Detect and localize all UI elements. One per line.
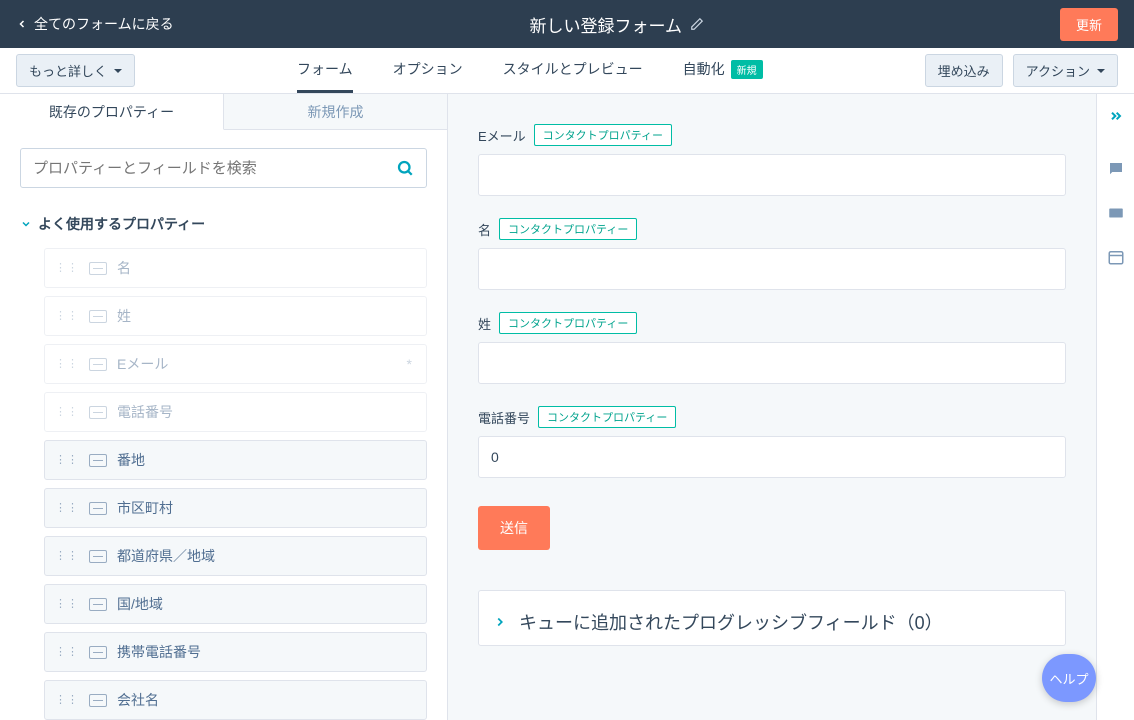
tab-automation[interactable]: 自動化 新規 xyxy=(683,48,763,93)
progressive-title: キューに追加されたプログレッシブフィールド（0） xyxy=(519,609,943,635)
property-tabs: 既存のプロパティー 新規作成 xyxy=(0,94,447,130)
field-label: 電話番号 xyxy=(478,408,530,427)
field-type-icon xyxy=(89,454,107,467)
property-type-chip: コンタクトプロパティー xyxy=(499,312,637,334)
property-item: ⋮⋮ Eメール * xyxy=(44,344,427,384)
update-button[interactable]: 更新 xyxy=(1060,8,1118,41)
grip-icon: ⋮⋮ xyxy=(55,698,79,703)
property-label: 姓 xyxy=(117,306,131,326)
grip-icon: ⋮⋮ xyxy=(55,362,79,367)
grip-icon: ⋮⋮ xyxy=(55,506,79,511)
field-type-icon xyxy=(89,358,107,371)
property-label: 市区町村 xyxy=(117,498,173,518)
field-input[interactable] xyxy=(478,436,1066,478)
form-title: 新しい登録フォーム xyxy=(530,12,683,37)
property-label: Eメール xyxy=(117,354,168,374)
help-button[interactable]: ヘルプ xyxy=(1042,654,1096,702)
body: 既存のプロパティー 新規作成 よく使用するプロパティー ⋮⋮ 名 ⋮⋮ 姓 ⋮⋮… xyxy=(0,94,1134,720)
property-item: ⋮⋮ 名 xyxy=(44,248,427,288)
property-type-chip: コンタクトプロパティー xyxy=(499,218,637,240)
property-item[interactable]: ⋮⋮ 番地 xyxy=(44,440,427,480)
form-title-wrap: 新しい登録フォーム xyxy=(174,12,1060,37)
mail-icon[interactable] xyxy=(1107,204,1125,222)
field-label: Eメール xyxy=(478,126,526,145)
progressive-fields-panel[interactable]: キューに追加されたプログレッシブフィールド（0） xyxy=(478,590,1066,646)
property-label: 名 xyxy=(117,258,131,278)
tab-create-new[interactable]: 新規作成 xyxy=(224,94,447,130)
more-details-button[interactable]: もっと詳しく xyxy=(16,54,135,87)
search-input[interactable] xyxy=(33,160,396,177)
field-type-icon xyxy=(89,406,107,419)
pencil-icon[interactable] xyxy=(690,17,704,31)
calendar-icon[interactable] xyxy=(1107,248,1125,266)
grip-icon: ⋮⋮ xyxy=(55,650,79,655)
grip-icon: ⋮⋮ xyxy=(55,458,79,463)
tab-form[interactable]: フォーム xyxy=(297,48,353,93)
property-item[interactable]: ⋮⋮ 都道府県／地域 xyxy=(44,536,427,576)
submit-button[interactable]: 送信 xyxy=(478,506,550,550)
property-item[interactable]: ⋮⋮ 会社名 xyxy=(44,680,427,720)
back-label: 全てのフォームに戻る xyxy=(34,14,174,34)
property-type-chip: コンタクトプロパティー xyxy=(538,406,676,428)
back-to-forms-link[interactable]: 全てのフォームに戻る xyxy=(16,14,174,34)
field-type-icon xyxy=(89,310,107,323)
grip-icon: ⋮⋮ xyxy=(55,554,79,559)
collapse-rail-icon[interactable] xyxy=(1108,108,1124,124)
property-label: 電話番号 xyxy=(117,402,173,422)
property-label: 国/地域 xyxy=(117,594,163,614)
chevron-left-icon xyxy=(16,18,28,30)
search-box xyxy=(20,148,427,188)
chat-icon[interactable] xyxy=(1107,160,1125,178)
section-frequently-used[interactable]: よく使用するプロパティー xyxy=(0,206,447,248)
form-field[interactable]: 姓 コンタクトプロパティー xyxy=(478,312,1066,384)
form-field[interactable]: Eメール コンタクトプロパティー xyxy=(478,124,1066,196)
top-bar: 全てのフォームに戻る 新しい登録フォーム 更新 xyxy=(0,0,1134,48)
grip-icon: ⋮⋮ xyxy=(55,266,79,271)
field-label: 姓 xyxy=(478,314,491,333)
property-item[interactable]: ⋮⋮ 市区町村 xyxy=(44,488,427,528)
main-tabs: フォーム オプション スタイルとプレビュー 自動化 新規 xyxy=(135,48,925,93)
search-wrap xyxy=(0,130,447,206)
tab-style-preview[interactable]: スタイルとプレビュー xyxy=(503,48,643,93)
field-type-icon xyxy=(89,694,107,707)
form-field[interactable]: 電話番号 コンタクトプロパティー xyxy=(478,406,1066,478)
new-badge: 新規 xyxy=(731,60,763,79)
field-type-icon xyxy=(89,646,107,659)
action-menu-button[interactable]: アクション xyxy=(1013,54,1118,87)
property-list: ⋮⋮ 名 ⋮⋮ 姓 ⋮⋮ Eメール *⋮⋮ 電話番号 ⋮⋮ 番地 ⋮⋮ 市区町村… xyxy=(0,248,447,720)
field-input[interactable] xyxy=(478,154,1066,196)
tab-existing-properties[interactable]: 既存のプロパティー xyxy=(0,94,224,130)
field-type-icon xyxy=(89,262,107,275)
property-label: 番地 xyxy=(117,450,145,470)
right-rail xyxy=(1096,94,1134,720)
property-item[interactable]: ⋮⋮ 携帯電話番号 xyxy=(44,632,427,672)
left-panel: 既存のプロパティー 新規作成 よく使用するプロパティー ⋮⋮ 名 ⋮⋮ 姓 ⋮⋮… xyxy=(0,94,448,720)
property-label: 携帯電話番号 xyxy=(117,642,201,662)
grip-icon: ⋮⋮ xyxy=(55,410,79,415)
property-type-chip: コンタクトプロパティー xyxy=(534,124,672,146)
chevron-right-icon xyxy=(493,615,507,629)
right-actions: 埋め込み アクション xyxy=(925,54,1118,87)
property-label: 会社名 xyxy=(117,690,159,710)
property-label: 都道府県／地域 xyxy=(117,546,215,566)
field-type-icon xyxy=(89,550,107,563)
form-canvas: Eメール コンタクトプロパティー 名 コンタクトプロパティー 姓 コンタクトプロ… xyxy=(448,94,1096,720)
grip-icon: ⋮⋮ xyxy=(55,602,79,607)
field-type-icon xyxy=(89,598,107,611)
grip-icon: ⋮⋮ xyxy=(55,314,79,319)
field-input[interactable] xyxy=(478,248,1066,290)
chevron-down-icon xyxy=(20,218,32,230)
embed-button[interactable]: 埋め込み xyxy=(925,54,1003,87)
form-field[interactable]: 名 コンタクトプロパティー xyxy=(478,218,1066,290)
field-type-icon xyxy=(89,502,107,515)
field-input[interactable] xyxy=(478,342,1066,384)
required-indicator: * xyxy=(407,356,412,372)
property-item: ⋮⋮ 姓 xyxy=(44,296,427,336)
sub-bar: もっと詳しく フォーム オプション スタイルとプレビュー 自動化 新規 埋め込み… xyxy=(0,48,1134,94)
property-item[interactable]: ⋮⋮ 国/地域 xyxy=(44,584,427,624)
property-item: ⋮⋮ 電話番号 xyxy=(44,392,427,432)
search-icon[interactable] xyxy=(396,159,414,177)
tab-option[interactable]: オプション xyxy=(393,48,463,93)
field-label: 名 xyxy=(478,220,491,239)
